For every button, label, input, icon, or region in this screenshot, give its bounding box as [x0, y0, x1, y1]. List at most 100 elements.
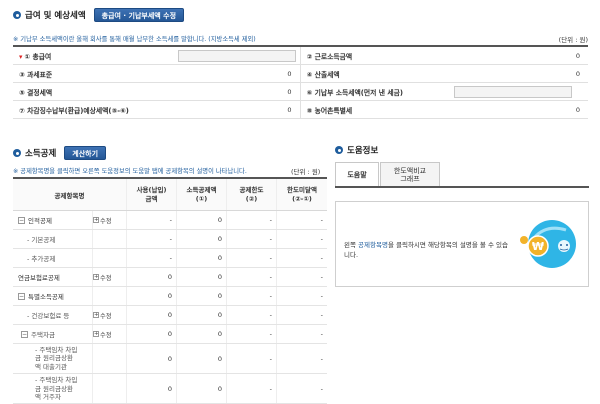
deduction-deduct-value: 0 [177, 211, 227, 229]
tab-limit-graph[interactable]: 한도액비교 그래프 [380, 162, 440, 186]
deduction-excess-value: - [320, 254, 323, 262]
section-bullet-icon [335, 146, 343, 154]
prepaid-tax-input[interactable] [453, 86, 572, 98]
salary-field-label: ④ 산출세액 [301, 69, 451, 79]
salary-field-label: ② 근로소득금액 [301, 51, 451, 61]
deduction-name-cell[interactable]: − 주택자금 [13, 325, 93, 343]
deduction-limit-value: - [227, 325, 277, 343]
deduction-used-value: 0 [127, 287, 177, 305]
deduction-excess-value: - [320, 311, 323, 319]
deduction-limit-value: - [227, 344, 277, 374]
edit-button[interactable]: + 수정 [93, 216, 112, 225]
deduction-item-name[interactable]: - 주택임차 차입 금 원리금상환 액 대출기관 [35, 346, 77, 371]
deduction-edit-cell [93, 249, 127, 267]
help-section-title: 도움정보 [347, 146, 379, 156]
col-header-name: 공제항목명 [13, 179, 127, 210]
salary-field-label-text: ⑥ 기납부 소득세액(먼저 낸 세금) [306, 88, 403, 97]
deduction-name-cell[interactable]: - 주택임차 차입 금 원리금상환 액 대출기관 [13, 344, 93, 374]
salary-cell-left: ▾ ① 총급여 [13, 47, 301, 64]
deduction-row: − 인적공제 + 수정 -0- - [13, 211, 327, 230]
deduction-row: − 특별소득공제 0 0- - [13, 287, 327, 306]
salary-field-label-text: ③ 과세표준 [19, 70, 53, 79]
salary-section-header: 급여 및 예상세액 총급여 · 기납부세액 수정 [13, 8, 185, 22]
edit-label: 수정 [100, 331, 112, 339]
salary-field-value: 0 [287, 87, 292, 96]
deduction-excess-value: - [320, 292, 323, 300]
total-salary-input[interactable] [178, 50, 296, 62]
required-marker-icon: ▾ [19, 52, 23, 61]
deduction-limit-value: - [227, 374, 277, 404]
col-header-used: 사용(납입) 금액 [127, 179, 177, 210]
deduction-item-name[interactable]: - 건강보험료 등 [27, 310, 69, 320]
deduction-name-cell[interactable]: − 인적공제 [13, 211, 93, 229]
deduction-item-name[interactable]: - 주택임차 차입 금 원리금상환 액 거주자 [35, 376, 77, 401]
deduction-used-value: 0 [127, 344, 177, 374]
deduction-deduct-value: 0 [177, 268, 227, 286]
deduction-row: - 기본공제 -0- - [13, 230, 327, 249]
salary-row: ▾ ① 총급여 ② 근로소득금액 0 [13, 47, 588, 65]
deduction-used-value: 0 [127, 325, 177, 343]
salary-cell-left: ⑤ 결정세액 0 [13, 83, 301, 100]
deduction-name-cell[interactable]: - 추가공제 [13, 249, 93, 267]
salary-unit: (단위 : 원) [558, 36, 588, 44]
plus-icon: + [93, 312, 99, 318]
deduction-excess-value: - [320, 216, 323, 224]
collapse-toggle-icon[interactable]: − [18, 292, 25, 300]
collapse-toggle-icon[interactable]: − [21, 330, 28, 338]
deduction-item-name[interactable]: - 기본공제 [27, 234, 55, 244]
salary-field-label: ⑤ 결정세액 [13, 87, 123, 97]
deduction-item-name[interactable]: 연금보험료공제 [18, 272, 60, 282]
help-text: 왼쪽 공제항목명을 클릭하시면 해당항목의 설명을 볼 수 있습니다. [344, 240, 509, 260]
deduction-edit-cell: + 수정 [93, 268, 127, 286]
calculate-button[interactable]: 계산하기 [64, 146, 107, 160]
col-header-deduct: 소득공제액 (①) [177, 179, 227, 210]
deduction-limit-value: - [227, 230, 277, 248]
salary-field-label: ⑦ 차감징수납부(환급)예상세액(⑤-⑥) [13, 105, 129, 115]
deduction-name-cell[interactable]: 연금보험료공제 [13, 268, 93, 286]
deduction-name-cell[interactable]: - 기본공제 [13, 230, 93, 248]
deduction-edit-cell: + 수정 [93, 325, 127, 343]
deduction-item-name[interactable]: 인적공제 [28, 215, 52, 225]
help-content-box: 왼쪽 공제항목명을 클릭하시면 해당항목의 설명을 볼 수 있습니다. ₩ [335, 201, 589, 287]
deduction-row: - 주택임차 차입 금 원리금상환 액 대출기관 0 0- - [13, 344, 327, 375]
edit-button[interactable]: + 수정 [93, 311, 112, 320]
salary-field-value: 0 [575, 69, 580, 78]
section-bullet-icon [13, 149, 21, 157]
deduction-table-header: 공제항목명 사용(납입) 금액 소득공제액 (①) 공제한도 (②) 한도미달액… [13, 179, 327, 211]
deduction-name-cell[interactable]: - 주택임차 차입 금 원리금상환 액 거주자 [13, 374, 93, 404]
salary-field-label: ⑥ 기납부 소득세액(먼저 낸 세금) [301, 87, 451, 97]
salary-cell-right: ④ 산출세액 0 [301, 65, 589, 82]
deduction-row: - 건강보험료 등 + 수정 0 0- - [13, 306, 327, 325]
edit-salary-button[interactable]: 총급여 · 기납부세액 수정 [93, 8, 185, 22]
edit-button[interactable]: + 수정 [93, 273, 112, 282]
salary-field-label: ③ 과세표준 [13, 69, 123, 79]
salary-field-value: 0 [287, 105, 292, 114]
deduction-used-value: 0 [127, 268, 177, 286]
deduction-limit-value: - [227, 268, 277, 286]
deduction-limit-value: - [227, 287, 277, 305]
deduction-item-name[interactable]: 특별소득공제 [28, 291, 64, 301]
deduction-item-name[interactable]: - 추가공제 [27, 253, 55, 263]
salary-field-label-text: ⑧ 농어촌특별세 [306, 106, 353, 115]
help-text-before: 왼쪽 [344, 241, 359, 249]
deduction-section-header: 소득공제 계산하기 [13, 146, 107, 160]
deduction-table: 공제항목명 사용(납입) 금액 소득공제액 (①) 공제한도 (②) 한도미달액… [13, 177, 327, 404]
deduction-deduct-value: 0 [177, 306, 227, 324]
edit-button[interactable]: + 수정 [93, 330, 112, 339]
deduction-item-name[interactable]: 주택자금 [31, 329, 55, 339]
deduction-used-value: - [127, 211, 177, 229]
tab-help[interactable]: 도움말 [335, 162, 379, 186]
deduction-deduct-value: 0 [177, 230, 227, 248]
deduction-edit-cell [93, 374, 127, 404]
salary-field-label-text: ⑤ 결정세액 [19, 88, 53, 97]
collapse-toggle-icon[interactable]: − [18, 216, 25, 224]
deduction-deduct-value: 0 [177, 374, 227, 404]
deduction-edit-cell [93, 287, 127, 305]
deduction-used-value: - [127, 230, 177, 248]
salary-cell-right: ② 근로소득금액 0 [301, 47, 589, 64]
salary-row: ③ 과세표준 0 ④ 산출세액 0 [13, 65, 588, 83]
help-coin-globe-icon: ₩ [520, 220, 576, 268]
deduction-name-cell[interactable]: - 건강보험료 등 [13, 306, 93, 324]
deduction-name-cell[interactable]: − 특별소득공제 [13, 287, 93, 305]
salary-field-label: ▾ ① 총급여 [13, 51, 123, 61]
